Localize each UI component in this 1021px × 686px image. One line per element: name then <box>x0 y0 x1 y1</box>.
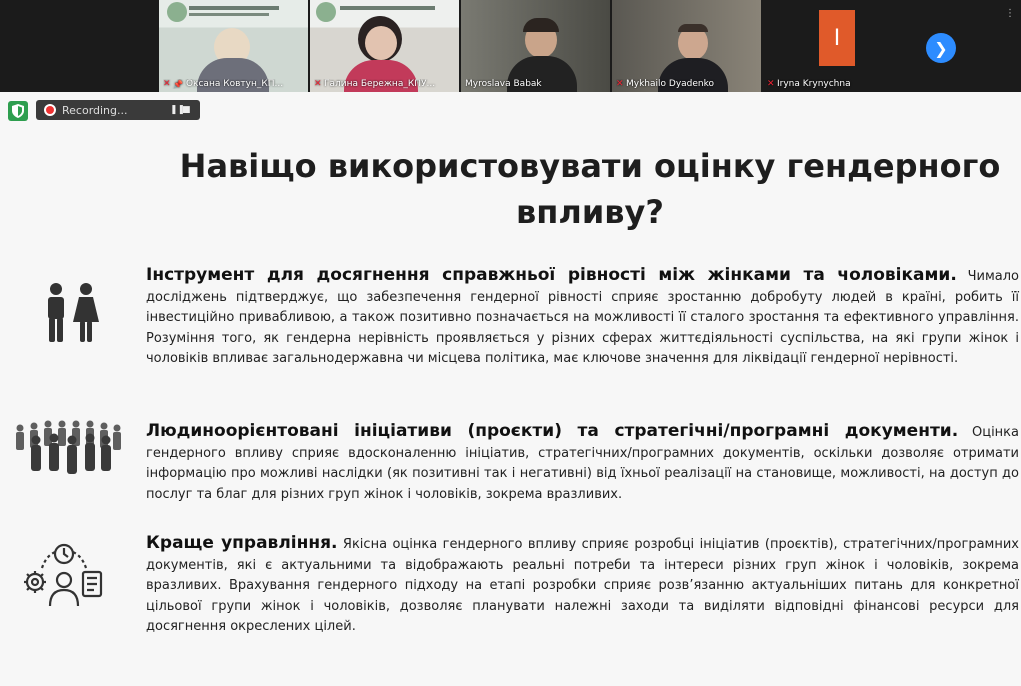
participant-tile[interactable]: Myroslava Babak <box>461 0 610 92</box>
record-dot-icon <box>46 106 54 114</box>
participant-name: ✕ Iryna Krynychna <box>767 79 851 89</box>
stop-recording-button[interactable]: ■ <box>182 105 194 115</box>
section-2-heading: Людиноорієнтовані ініціативи (проєкти) т… <box>146 421 959 441</box>
pin-icon: 📌 <box>173 79 183 89</box>
chevron-right-icon: ❯ <box>934 38 948 58</box>
slide-title: Навіщо використовувати оцінку гендерного… <box>179 147 1001 231</box>
section-1-heading: Інструмент для досягнення справжньої рів… <box>146 265 957 285</box>
avatar: I <box>819 10 855 66</box>
section-2: Людиноорієнтовані ініціативи (проєкти) т… <box>146 421 1019 505</box>
participant-tile[interactable]: I ✕ Iryna Krynychna <box>763 0 912 92</box>
participant-name: ✕ 📌 Оксана Ковтун_КП... <box>163 79 284 89</box>
participant-tile[interactable]: ✕ Галина Бережна_КПУ... <box>310 0 459 92</box>
next-page-button[interactable]: ❯ <box>926 33 956 63</box>
participant-name: Myroslava Babak <box>465 79 542 89</box>
section-3-heading: Краще управління. <box>146 533 338 553</box>
pause-recording-button[interactable]: ❚❚ <box>170 105 185 115</box>
participant-tile[interactable]: ✕ Mykhailo Dyadenko <box>612 0 761 92</box>
mic-muted-icon: ✕ <box>767 79 775 89</box>
more-icon[interactable]: ⋮ <box>1005 8 1015 19</box>
security-shield-icon[interactable] <box>8 101 28 121</box>
mic-muted-icon: ✕ <box>616 79 624 89</box>
man-woman-icon <box>40 282 104 348</box>
recording-bar: Recording... ❚❚ ■ <box>36 100 200 120</box>
crowd-icon <box>14 420 122 480</box>
mic-muted-icon: ✕ <box>314 79 322 89</box>
participant-tile[interactable]: ✕ 📌 Оксана Ковтун_КП... <box>159 0 308 92</box>
recording-label: Recording... <box>62 103 128 117</box>
management-icon <box>20 540 108 614</box>
section-1: Інструмент для досягнення справжньої рів… <box>146 265 1019 370</box>
participant-strip: ✕ 📌 Оксана Ковтун_КП... ✕ Галина Бережна_КП… <box>0 0 1021 92</box>
mic-muted-icon: ✕ <box>163 79 171 89</box>
participant-name: ✕ Галина Бережна_КПУ... <box>314 79 436 89</box>
section-3: Краще управління. Якісна оцінка гендерно… <box>146 533 1019 638</box>
participant-name: ✕ Mykhailo Dyadenko <box>616 79 715 89</box>
